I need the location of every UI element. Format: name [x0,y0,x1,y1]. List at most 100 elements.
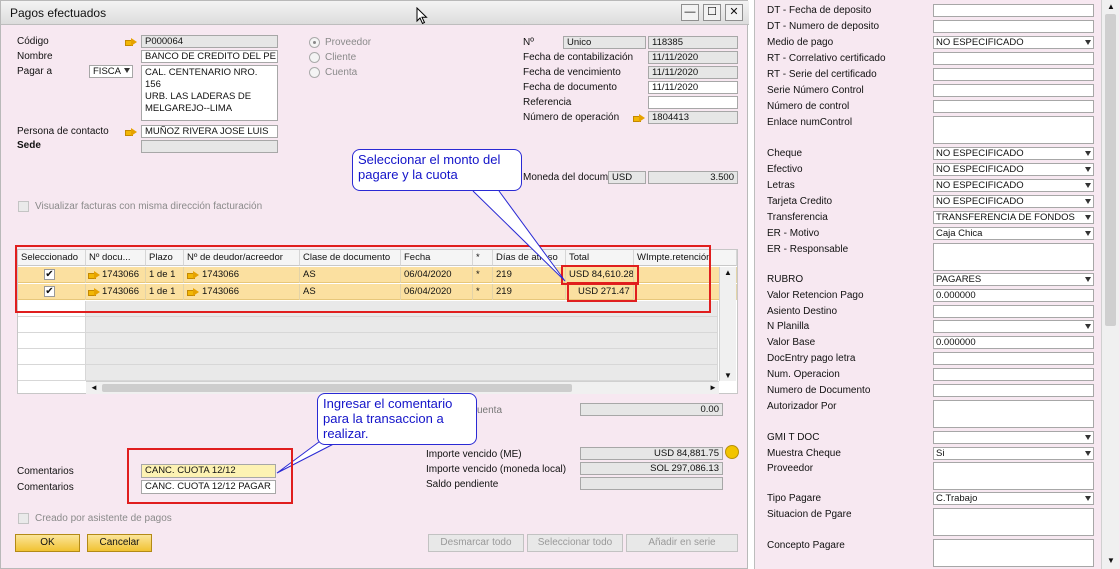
panel-field-select[interactable] [933,431,1094,444]
close-button[interactable]: ✕ [725,4,743,21]
panel-field-input[interactable] [933,100,1094,113]
panel-field-input[interactable] [933,68,1094,81]
scroll-left-icon[interactable]: ◄ [90,383,98,392]
chevron-down-icon [124,68,130,73]
panel-field-value: NO ESPECIFICADO [936,37,1024,48]
panel-field-input[interactable] [933,384,1094,397]
importe-ml-field[interactable]: SOL 297,086.13 [580,462,723,475]
direccion-field[interactable]: CAL. CENTENARIO NRO. 156 URB. LAS LADERA… [141,65,278,121]
panel-field-input[interactable]: 0.000000 [933,289,1094,302]
vertical-scrollbar[interactable]: ▲ ▼ [719,267,736,381]
numero-operacion-field[interactable]: 1804413 [648,111,738,124]
link-arrow-icon[interactable] [633,114,645,122]
panel-field-select[interactable]: NO ESPECIFICADO [933,36,1094,49]
panel-field-input[interactable] [933,539,1094,567]
panel-field-label: Valor Base [767,337,816,348]
panel-field-label: Tipo Pagare [767,493,822,504]
panel-field-select[interactable]: NO ESPECIFICADO [933,147,1094,160]
contacto-field[interactable]: MUÑOZ RIVERA JOSE LUIS [141,125,278,138]
cancel-button[interactable]: Cancelar [87,534,152,552]
scroll-right-icon[interactable]: ► [709,383,717,392]
scroll-down-icon[interactable]: ▼ [724,371,732,380]
anadir-en-serie-button[interactable]: Añadir en serie [626,534,738,552]
panel-field-select[interactable]: Caja Chica [933,227,1094,240]
panel-field-value: Si [936,448,945,459]
panel-field-label: RT - Serie del certificado [767,69,877,80]
title-bar[interactable]: Pagos efectuados — ☐ ✕ [1,1,749,25]
panel-field-select[interactable]: NO ESPECIFICADO [933,195,1094,208]
cuenta-bottom-field[interactable]: 0.00 [580,403,723,416]
importe-me-field[interactable]: USD 84,881.75 [580,447,723,460]
panel-field-input[interactable] [933,4,1094,17]
panel-field-label: Numero de Documento [767,385,871,396]
pagar-a-select[interactable]: FISCA [89,65,133,78]
panel-field-input[interactable] [933,305,1094,318]
panel-field-input[interactable] [933,508,1094,536]
panel-field-select[interactable] [933,320,1094,333]
scroll-up-icon[interactable]: ▲ [1107,2,1115,11]
link-arrow-icon[interactable] [125,38,137,46]
panel-field-label: Asiento Destino [767,306,838,317]
panel-field-value: Caja Chica [936,228,983,239]
panel-field-value: C.Trabajo [936,493,978,504]
saldo-field[interactable] [580,477,723,490]
cuenta-radio[interactable] [309,67,320,78]
callout-comentario: Ingresar el comentario para la transacci… [317,393,477,445]
numero-series-field[interactable]: Unico [563,36,646,49]
panel-field-label: Concepto Pagare [767,540,845,551]
scrollbar-thumb[interactable] [1105,14,1116,326]
panel-field-select[interactable]: Si [933,447,1094,460]
scrollbar-thumb[interactable] [102,384,572,392]
panel-field-input[interactable] [933,20,1094,33]
panel-field-select[interactable]: PAGARES [933,273,1094,286]
sede-field[interactable] [141,140,278,153]
numero-operacion-label: Número de operación [523,112,620,123]
panel-field-input[interactable] [933,368,1094,381]
fecha-contabilizacion-field[interactable]: 11/11/2020 [648,51,738,64]
proveedor-radio[interactable] [309,37,320,48]
minimize-button[interactable]: — [681,4,699,21]
referencia-label: Referencia [523,97,572,108]
coins-icon[interactable] [725,445,739,459]
panel-field-value: NO ESPECIFICADO [936,164,1024,175]
nombre-field[interactable]: BANCO DE CREDITO DEL PE [141,50,278,63]
panel-field-label: Serie Número Control [767,85,864,96]
panel-field-label: ER - Motivo [767,228,820,239]
ok-button[interactable]: OK [15,534,80,552]
maximize-button[interactable]: ☐ [703,4,721,21]
referencia-field[interactable] [648,96,738,109]
panel-field-input[interactable] [933,352,1094,365]
scroll-up-icon[interactable]: ▲ [724,268,732,277]
saldo-label: Saldo pendiente [426,479,499,490]
creado-checkbox[interactable] [18,513,29,524]
seleccionar-todo-button[interactable]: Seleccionar todo [527,534,623,552]
panel-field-input[interactable] [933,52,1094,65]
visualizar-checkbox[interactable] [18,201,29,212]
numero-field[interactable]: 118385 [648,36,738,49]
panel-field-input[interactable]: 0.000000 [933,336,1094,349]
panel-field-select[interactable]: NO ESPECIFICADO [933,179,1094,192]
codigo-field[interactable]: P000064 [141,35,278,48]
empty-row [18,349,86,365]
tipo-cambio-field[interactable]: 3.500 [648,171,738,184]
panel-field-input[interactable] [933,462,1094,490]
scroll-down-icon[interactable]: ▼ [1107,556,1115,565]
cuenta-label: Cuenta [325,67,358,78]
desmarcar-todo-button[interactable]: Desmarcar todo [428,534,524,552]
importe-ml-label: Importe vencido (moneda local) [426,464,567,475]
panel-field-value: 0.000000 [936,337,976,348]
panel-field-select[interactable]: NO ESPECIFICADO [933,163,1094,176]
fecha-vencimiento-field[interactable]: 11/11/2020 [648,66,738,79]
panel-field-select[interactable]: C.Trabajo [933,492,1094,505]
panel-field-input[interactable] [933,400,1094,428]
link-arrow-icon[interactable] [125,128,137,136]
panel-vertical-scrollbar[interactable]: ▲ ▼ [1101,0,1119,569]
moneda-field[interactable]: USD [608,171,646,184]
panel-field-input[interactable] [933,116,1094,144]
nombre-label: Nombre [17,51,53,62]
panel-field-input[interactable] [933,84,1094,97]
panel-field-select[interactable]: TRANSFERENCIA DE FONDOS [933,211,1094,224]
cliente-radio[interactable] [309,52,320,63]
panel-field-input[interactable] [933,243,1094,271]
fecha-documento-field[interactable]: 11/11/2020 [648,81,738,94]
